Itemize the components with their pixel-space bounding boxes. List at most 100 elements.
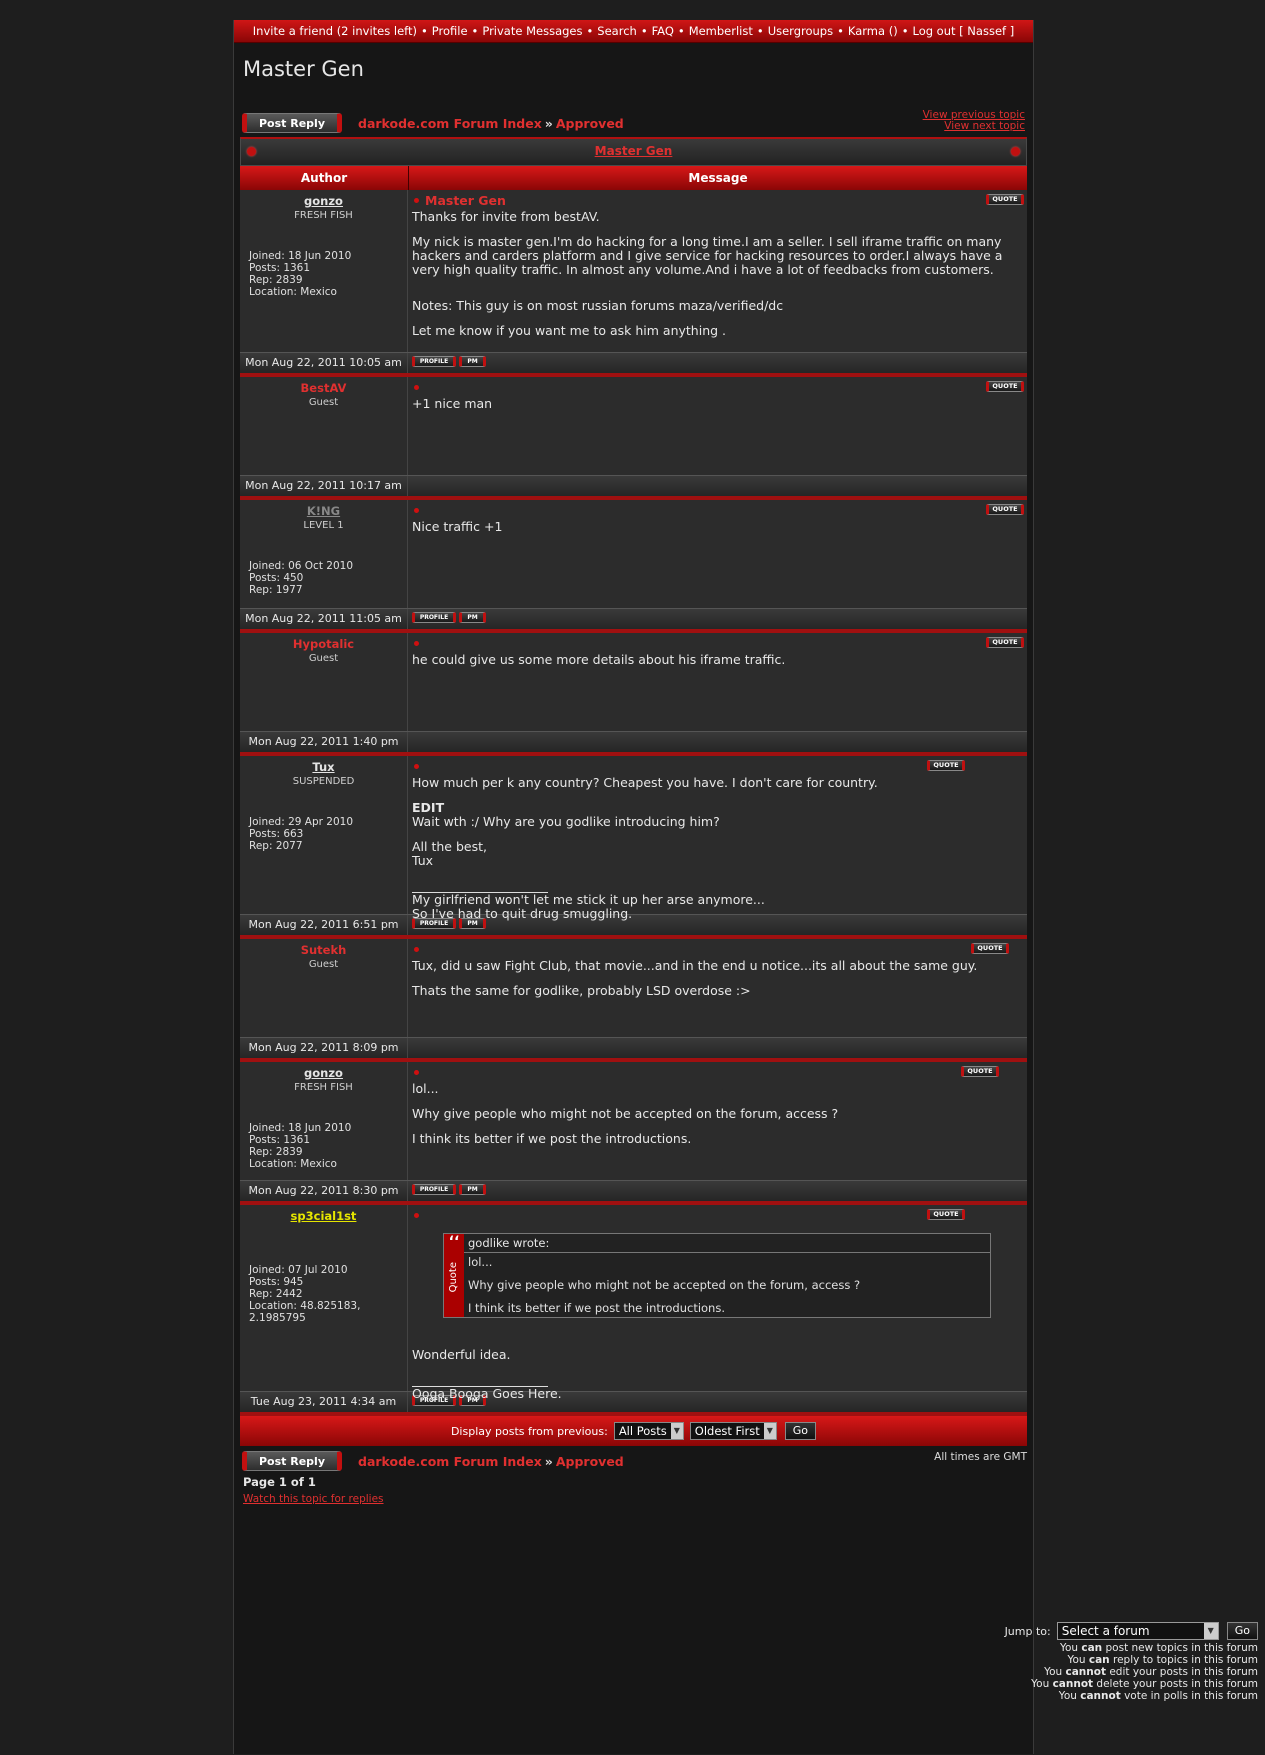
- user-rank: Guest: [308, 653, 339, 664]
- nav-link-8[interactable]: Log out [ Nassef ]: [912, 24, 1014, 38]
- breadcrumb-arrow: »: [544, 116, 553, 131]
- pm-button[interactable]: PM: [459, 612, 486, 623]
- username-link[interactable]: K!NG: [240, 504, 407, 518]
- post-row: Tux SUSPENDED Joined: 29 Apr 2010 Posts: 66…: [240, 756, 1027, 921]
- top-nav: Invite a friend (2 invites left) • Profile…: [234, 20, 1033, 43]
- post-buttons: [408, 476, 1027, 496]
- nav-link-4[interactable]: FAQ: [652, 24, 674, 38]
- user-info-line: Location: 48.825183,: [249, 1300, 361, 1312]
- post-message: QUOTE ‘‘ Quote godlike wrote: lol... Why give…: [408, 1205, 1027, 1401]
- red-dot-icon: [1011, 147, 1020, 156]
- bullet-icon: [414, 385, 419, 390]
- nav-link-0[interactable]: Invite a friend (2 invites left): [253, 24, 417, 38]
- post-title: Master Gen: [412, 194, 1023, 210]
- pm-button[interactable]: PM: [459, 1184, 486, 1195]
- nav-link-6[interactable]: Usergroups: [768, 24, 833, 38]
- permission-text: vote in polls in this forum: [1120, 1690, 1258, 1702]
- watch-topic-link[interactable]: Watch this topic for replies: [243, 1493, 1033, 1505]
- post-text-line: I think its better if we post the introd…: [412, 1131, 692, 1146]
- profile-button[interactable]: PROFILE: [412, 612, 456, 623]
- quote-button[interactable]: QUOTE: [961, 1066, 999, 1077]
- quote-side: ‘‘ Quote: [444, 1234, 464, 1317]
- jump-go-button[interactable]: Go: [1226, 1622, 1258, 1640]
- post-reply-button[interactable]: Post Reply: [242, 113, 342, 133]
- user-info: Joined: 18 Jun 2010 Posts: 1361 Rep: 2839 L…: [249, 1122, 407, 1170]
- display-label: Display posts from previous:: [450, 1424, 608, 1438]
- bullet-icon: [414, 508, 419, 513]
- username-link[interactable]: Sutekh: [240, 943, 407, 957]
- user-info: Joined: 07 Jul 2010 Posts: 945 Rep: 2442 Lo…: [249, 1264, 407, 1324]
- username-link[interactable]: gonzo: [240, 194, 407, 208]
- thread-title-link[interactable]: Master Gen: [595, 144, 673, 158]
- breadcrumb-index-link[interactable]: darkode.com Forum Index: [358, 116, 542, 131]
- nav-separator: •: [677, 24, 685, 38]
- quote-button[interactable]: QUOTE: [986, 381, 1024, 392]
- permission-line: You cannot edit your posts in this forum: [1031, 1666, 1258, 1678]
- post-text-line: lol...: [412, 1081, 439, 1096]
- post-date: Mon Aug 22, 2011 11:05 am: [240, 609, 408, 629]
- nav-link-7[interactable]: Karma (): [848, 24, 898, 38]
- quote-button[interactable]: QUOTE: [986, 504, 1024, 515]
- quote-button[interactable]: QUOTE: [971, 943, 1009, 954]
- user-info: Joined: 06 Oct 2010 Posts: 450 Rep: 1977: [249, 560, 407, 596]
- profile-button[interactable]: PROFILE: [412, 356, 456, 367]
- username-link[interactable]: gonzo: [240, 1066, 407, 1080]
- breadcrumb-index-link[interactable]: darkode.com Forum Index: [358, 1454, 542, 1469]
- post-row: Hypotalic Guest QUOTE he could give us some…: [240, 633, 1027, 731]
- bullet-icon: [414, 198, 419, 203]
- username-link[interactable]: sp3cial1st: [240, 1209, 407, 1223]
- post-message: QUOTE lol... Why give people who might not…: [408, 1062, 1027, 1180]
- permission-text: delete your posts in this forum: [1093, 1678, 1258, 1690]
- posts-range-select[interactable]: All Posts ▼: [613, 1422, 684, 1440]
- nav-separator: •: [420, 24, 428, 38]
- post-text-line: [412, 790, 1023, 801]
- quote-button[interactable]: QUOTE: [927, 760, 965, 771]
- nav-separator: •: [586, 24, 594, 38]
- nav-separator: •: [901, 24, 909, 38]
- nav-link-3[interactable]: Search: [597, 24, 637, 38]
- nav-separator: •: [640, 24, 648, 38]
- user-info-line: Rep: 2839: [249, 274, 303, 286]
- quote-button[interactable]: QUOTE: [986, 637, 1024, 648]
- breadcrumb: darkode.com Forum Index» Approved: [358, 1454, 624, 1469]
- pm-button[interactable]: PM: [459, 356, 486, 367]
- sort-order-select[interactable]: Oldest First ▼: [689, 1422, 777, 1440]
- post-buttons: PROFILE PM: [408, 353, 1027, 373]
- profile-button[interactable]: PROFILE: [412, 1184, 456, 1195]
- breadcrumb-forum-link[interactable]: Approved: [556, 116, 624, 131]
- bullet-icon: [414, 641, 419, 646]
- quote-button[interactable]: QUOTE: [986, 194, 1024, 205]
- post-text-line: [412, 277, 1023, 288]
- post-date: Mon Aug 22, 2011 10:17 am: [240, 476, 408, 496]
- post-footer: Mon Aug 22, 2011 10:17 am: [240, 475, 1027, 500]
- post: Sutekh Guest QUOTE Tux, did u saw Fight Clu…: [240, 939, 1027, 1062]
- jump-to: Jump to: Select a forum ▼ Go: [1005, 1622, 1258, 1640]
- post-reply-button[interactable]: Post Reply: [242, 1451, 342, 1471]
- username-link[interactable]: BestAV: [240, 381, 407, 395]
- timezone-note: All times are GMT: [934, 1451, 1027, 1463]
- post-message: QUOTE he could give us some more details …: [408, 633, 1027, 731]
- permissions-list: You can post new topics in this forum You…: [1031, 1642, 1258, 1702]
- display-go-button[interactable]: Go: [784, 1422, 817, 1440]
- post-row: Sutekh Guest QUOTE Tux, did u saw Fight Clu…: [240, 939, 1027, 1037]
- nav-link-1[interactable]: Profile: [432, 24, 468, 38]
- jump-forum-select[interactable]: Select a forum ▼: [1056, 1622, 1219, 1640]
- quote-label: Quote: [448, 1262, 459, 1293]
- breadcrumb-forum-link[interactable]: Approved: [556, 1454, 624, 1469]
- post-text-line: Thats the same for godlike, probably LSD…: [412, 983, 751, 998]
- nav-link-2[interactable]: Private Messages: [482, 24, 582, 38]
- user-rank: Guest: [308, 397, 339, 408]
- next-topic-link[interactable]: View next topic: [923, 121, 1025, 132]
- nav-link-5[interactable]: Memberlist: [689, 24, 753, 38]
- user-info-line: Rep: 2077: [249, 840, 303, 852]
- username-link[interactable]: Tux: [240, 760, 407, 774]
- post: Hypotalic Guest QUOTE he could give us some…: [240, 633, 1027, 756]
- dropdown-arrow-icon: ▼: [670, 1423, 683, 1439]
- quote-button[interactable]: QUOTE: [927, 1209, 965, 1220]
- post-date: Mon Aug 22, 2011 1:40 pm: [240, 732, 408, 752]
- username-link[interactable]: Hypotalic: [240, 637, 407, 651]
- permission-line: You can reply to topics in this forum: [1031, 1654, 1258, 1666]
- post-title: [412, 943, 1023, 959]
- post-message: QUOTE Tux, did u saw Fight Club, that mov…: [408, 939, 1027, 1037]
- signature-line: So I've had to quit drug smuggling.: [412, 906, 633, 921]
